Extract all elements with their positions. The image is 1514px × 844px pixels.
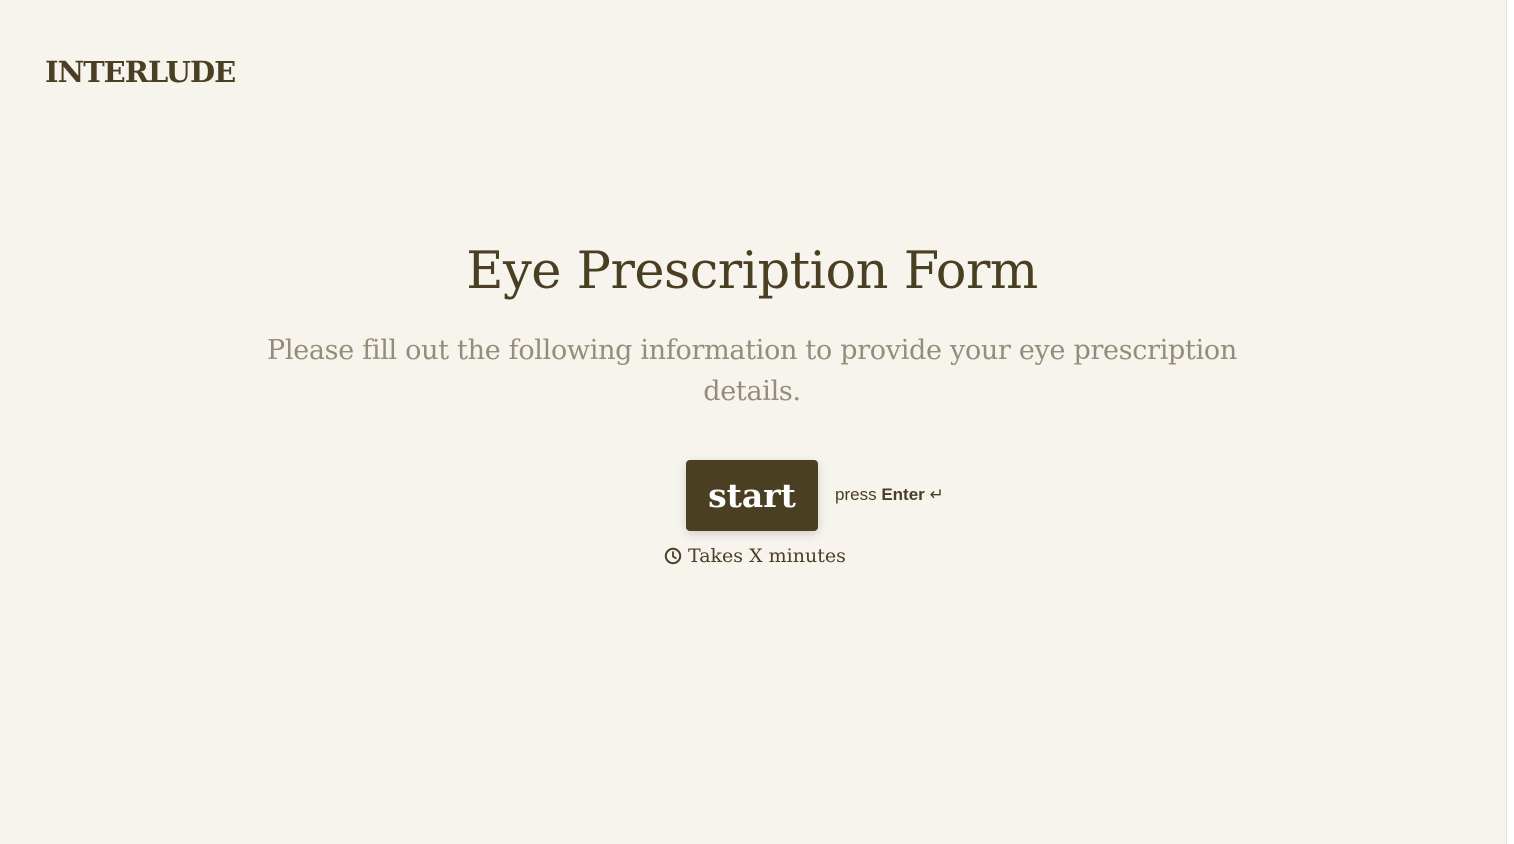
time-estimate-label: Takes X minutes <box>688 545 846 567</box>
form-welcome-screen: INTERLUDE Eye Prescription Form Please f… <box>0 0 1507 844</box>
enter-key-hint: press Enter ↵ <box>835 485 944 505</box>
enter-hint-key: Enter <box>881 485 925 504</box>
return-key-icon: ↵ <box>929 485 944 504</box>
enter-hint-prefix: press <box>835 485 877 504</box>
page-title: Eye Prescription Form <box>466 242 1038 301</box>
time-estimate: Takes X minutes <box>664 545 846 567</box>
brand-logo: INTERLUDE <box>45 55 236 89</box>
form-description: Please fill out the following informatio… <box>267 335 1237 407</box>
clock-icon <box>664 547 682 565</box>
start-button[interactable]: start <box>686 460 818 531</box>
